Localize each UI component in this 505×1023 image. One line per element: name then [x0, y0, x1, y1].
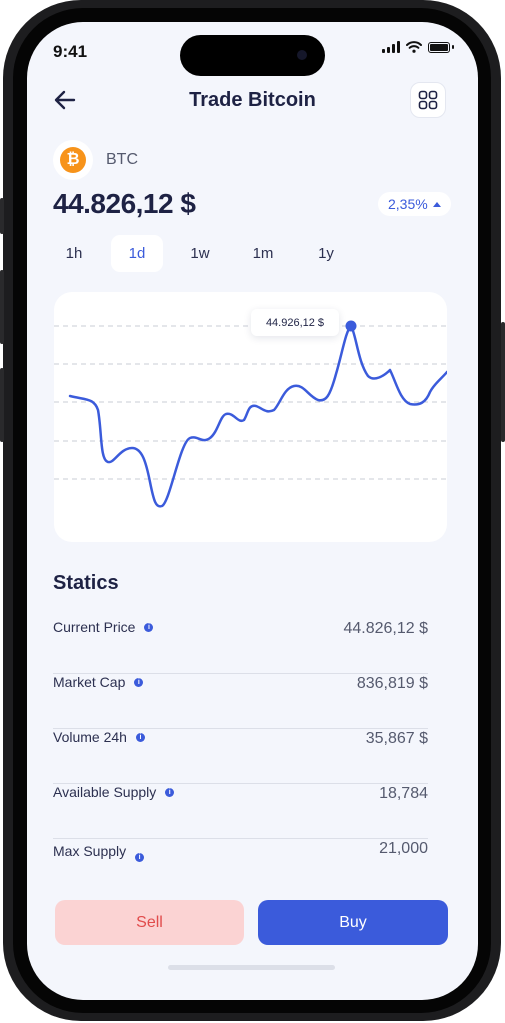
info-icon[interactable]: i	[135, 853, 145, 862]
tab-1w[interactable]: 1w	[174, 235, 226, 272]
stat-value: 836,819 $	[356, 675, 428, 692]
status-icons	[382, 41, 454, 53]
screen: 9:41 Trade Bitcoin ₿ BTC 44.826,12 $ 2,3…	[27, 22, 478, 1000]
wifi-icon	[406, 41, 422, 53]
info-icon[interactable]: i	[165, 787, 175, 797]
info-icon[interactable]: i	[144, 622, 154, 632]
stat-label: Max Supply i	[53, 839, 145, 862]
battery-icon	[428, 41, 450, 53]
dynamic-island	[180, 35, 325, 76]
stat-row-max-supply: Max Supply i 21,000	[53, 839, 428, 894]
buy-button[interactable]: Buy	[258, 900, 448, 945]
coin-price: 44.826,12 $	[53, 188, 196, 219]
chart-highlight-point[interactable]	[345, 320, 357, 332]
tab-label: 1w	[190, 245, 210, 262]
tab-1h[interactable]: 1h	[48, 235, 100, 272]
stat-value: 18,784	[379, 785, 428, 802]
side-button	[0, 198, 4, 234]
stat-row-volume-24h: Volume 24h i 35,867 $	[53, 729, 428, 784]
stat-row-current-price: Current Price i 44.826,12 $	[53, 619, 428, 674]
info-icon[interactable]: i	[135, 732, 145, 742]
stat-label-text: Volume 24h	[53, 729, 127, 745]
stat-label: Available Supply i	[53, 784, 175, 800]
price-chart[interactable]: 44.926,12 $	[54, 292, 447, 542]
volume-up-button	[0, 270, 4, 344]
grid-icon	[418, 90, 438, 110]
stat-label-text: Current Price	[53, 619, 136, 635]
tab-label: 1y	[318, 245, 334, 262]
caret-up-icon	[432, 202, 441, 207]
stat-label-text: Available Supply	[53, 784, 157, 800]
battery-tip	[452, 45, 454, 49]
bitcoin-glyph: ₿	[60, 147, 86, 173]
tab-label: 1h	[65, 245, 83, 262]
tab-label: 1m	[252, 245, 274, 262]
stat-row-available-supply: Available Supply i 18,784	[53, 784, 428, 839]
stat-value: 44.826,12 $	[343, 620, 428, 637]
home-indicator[interactable]	[168, 965, 335, 970]
timeframe-tabs: 1h 1d 1w 1m 1y	[48, 235, 363, 272]
camera	[297, 50, 307, 60]
status-time: 9:41	[53, 42, 88, 61]
stat-label-text: Market Cap	[53, 674, 126, 690]
stat-label: Volume 24h i	[53, 729, 145, 745]
change-value: 2,35%	[388, 196, 428, 212]
power-button	[501, 322, 505, 442]
bitcoin-icon: ₿	[53, 140, 93, 180]
tab-1d[interactable]: 1d	[111, 235, 163, 272]
stat-label: Market Cap i	[53, 674, 144, 690]
volume-down-button	[0, 368, 4, 442]
stat-value: 21,000	[379, 840, 428, 857]
chart-tooltip: 44.926,12 $	[251, 309, 339, 336]
tab-1y[interactable]: 1y	[300, 235, 352, 272]
signal-icon	[382, 41, 400, 53]
info-icon[interactable]: i	[134, 677, 144, 687]
stat-value: 35,867 $	[365, 730, 428, 747]
statics-title: Statics	[53, 572, 119, 594]
tab-1m[interactable]: 1m	[237, 235, 289, 272]
stat-label: Current Price i	[53, 619, 154, 635]
stat-label-text: Max Supply	[53, 842, 127, 859]
change-badge: 2,35%	[378, 192, 451, 216]
menu-button[interactable]	[410, 82, 446, 118]
stat-row-market-cap: Market Cap i 836,819 $	[53, 674, 428, 729]
tab-label: 1d	[128, 245, 146, 262]
sell-button[interactable]: Sell	[55, 900, 244, 945]
coin-ticker: BTC	[106, 151, 138, 168]
